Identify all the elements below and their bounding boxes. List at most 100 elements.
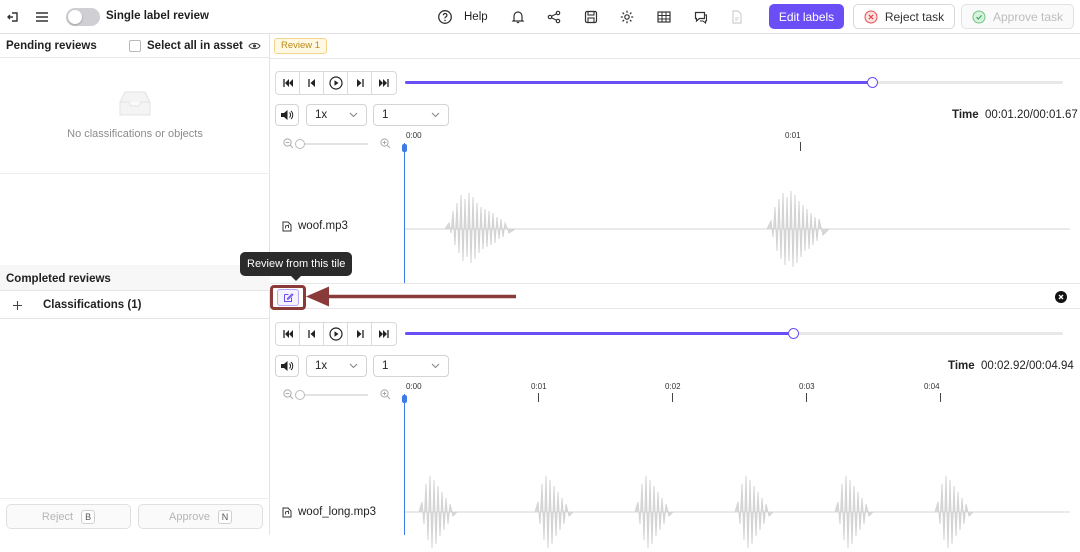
approve-shortcut: N — [217, 509, 232, 524]
annotation-arrow — [306, 286, 516, 307]
volume-button[interactable] — [275, 104, 299, 126]
zoom-out-icon[interactable] — [283, 389, 294, 400]
expand-plus-icon[interactable] — [13, 301, 22, 310]
volume-icon — [281, 361, 294, 371]
zoom-thumb[interactable] — [295, 390, 305, 400]
table-icon[interactable] — [656, 9, 672, 25]
seek-slider-thumb[interactable] — [788, 328, 800, 339]
play-button[interactable] — [324, 323, 348, 345]
menu-icon[interactable] — [34, 9, 50, 25]
settings-gear-icon[interactable] — [619, 9, 635, 25]
channel-value: 1 — [382, 109, 389, 121]
previous-frame-button[interactable] — [300, 323, 324, 345]
edit-labels-label: Edit labels — [778, 9, 835, 24]
approve-task-button[interactable]: Approve task — [961, 4, 1074, 29]
divider — [0, 57, 270, 58]
timeline-tick — [806, 393, 807, 402]
reject-button[interactable]: Reject B — [6, 504, 131, 529]
next-frame-button[interactable] — [348, 323, 372, 345]
skip-start-button[interactable] — [276, 323, 300, 345]
playhead-handle[interactable] — [402, 144, 407, 152]
speed-select[interactable]: 1x — [306, 104, 367, 126]
edit-pencil-icon — [283, 293, 294, 302]
reject-label: Reject — [41, 510, 74, 523]
channel-value: 1 — [382, 360, 389, 372]
completed-reviews-header: Completed reviews — [0, 265, 270, 291]
zoom-in-icon[interactable] — [380, 138, 391, 149]
review-sidebar: Pending reviews Select all in asset No c… — [0, 34, 270, 535]
previous-frame-button[interactable] — [300, 72, 324, 94]
reject-task-button[interactable]: Reject task — [853, 4, 955, 29]
timeline-tick — [538, 393, 539, 402]
step-forward-icon — [356, 79, 364, 87]
document-icon — [732, 10, 742, 24]
audio-file-name: woof_long.mp3 — [298, 506, 376, 518]
chevron-down-icon — [431, 363, 440, 369]
exit-icon[interactable] — [6, 9, 22, 25]
visibility-eye-icon[interactable] — [248, 41, 261, 51]
notification-bell-icon[interactable] — [510, 9, 526, 25]
volume-button[interactable] — [275, 355, 299, 377]
skip-start-icon — [282, 330, 293, 338]
waveform — [405, 190, 1070, 268]
skip-start-icon — [282, 79, 293, 87]
timeline-tick-label: 0:04 — [924, 382, 940, 391]
approve-button[interactable]: Approve N — [138, 504, 263, 529]
seek-slider-fill — [405, 332, 794, 335]
playhead-handle[interactable] — [402, 395, 407, 403]
completed-reviews-title: Completed reviews — [6, 273, 111, 285]
help-link[interactable]: Help — [464, 11, 488, 23]
channel-select[interactable]: 1 — [373, 104, 449, 126]
review-tooltip: Review from this tile — [240, 252, 353, 281]
main-panel: Review 1 1x 1 Time 00:01.20/00:01.67 0:0… — [240, 34, 1080, 549]
reject-shortcut: B — [81, 509, 96, 524]
step-forward-icon — [356, 330, 364, 338]
timeline-tick-label: 0:03 — [799, 382, 815, 391]
single-label-review-toggle[interactable] — [66, 8, 100, 26]
volume-icon — [281, 110, 294, 120]
pending-reviews-title: Pending reviews — [6, 40, 97, 52]
skip-end-icon — [379, 79, 389, 87]
zoom-slider[interactable] — [283, 137, 393, 151]
skip-start-button[interactable] — [276, 72, 300, 94]
step-back-icon — [307, 79, 315, 87]
time-value: 00:02.92/00:04.94 — [981, 360, 1074, 372]
zoom-in-icon[interactable] — [380, 389, 391, 400]
classifications-label: Classifications (1) — [43, 299, 142, 311]
seek-slider-fill — [405, 81, 873, 84]
next-frame-button[interactable] — [348, 72, 372, 94]
playback-controls — [275, 322, 397, 346]
toggle-knob — [68, 10, 82, 24]
comments-icon[interactable] — [693, 9, 709, 25]
time-value: 00:01.20/00:01.67 — [985, 109, 1078, 121]
play-icon — [328, 76, 343, 90]
review-tag[interactable]: Review 1 — [274, 38, 328, 54]
chevron-down-icon — [431, 112, 440, 118]
skip-end-button[interactable] — [372, 323, 396, 345]
zoom-out-icon[interactable] — [283, 138, 294, 149]
select-all-checkbox[interactable] — [129, 40, 141, 52]
skip-end-button[interactable] — [372, 72, 396, 94]
audio-file-name: woof.mp3 — [298, 220, 348, 232]
divider — [0, 173, 270, 174]
speed-select[interactable]: 1x — [306, 355, 367, 377]
share-icon[interactable] — [546, 9, 562, 25]
timeline-tick-label: 0:02 — [665, 382, 681, 391]
seek-slider[interactable] — [405, 328, 1063, 339]
close-tile-icon[interactable] — [1055, 291, 1067, 303]
help-icon[interactable] — [437, 9, 453, 25]
seek-slider[interactable] — [405, 77, 1063, 88]
classifications-row[interactable]: Classifications (1) — [0, 291, 270, 319]
timeline-tick-label: 0:01 — [531, 382, 547, 391]
save-icon[interactable] — [583, 9, 599, 25]
seek-slider-thumb[interactable] — [867, 77, 879, 88]
zoom-slider[interactable] — [283, 388, 393, 402]
review-from-tile-button[interactable] — [277, 289, 299, 306]
edit-labels-button[interactable]: Edit labels — [769, 4, 844, 29]
channel-select[interactable]: 1 — [373, 355, 449, 377]
timeline-tick — [672, 393, 673, 402]
zoom-thumb[interactable] — [295, 139, 305, 149]
play-icon — [328, 327, 343, 341]
play-button[interactable] — [324, 72, 348, 94]
time-label: Time — [948, 360, 975, 372]
